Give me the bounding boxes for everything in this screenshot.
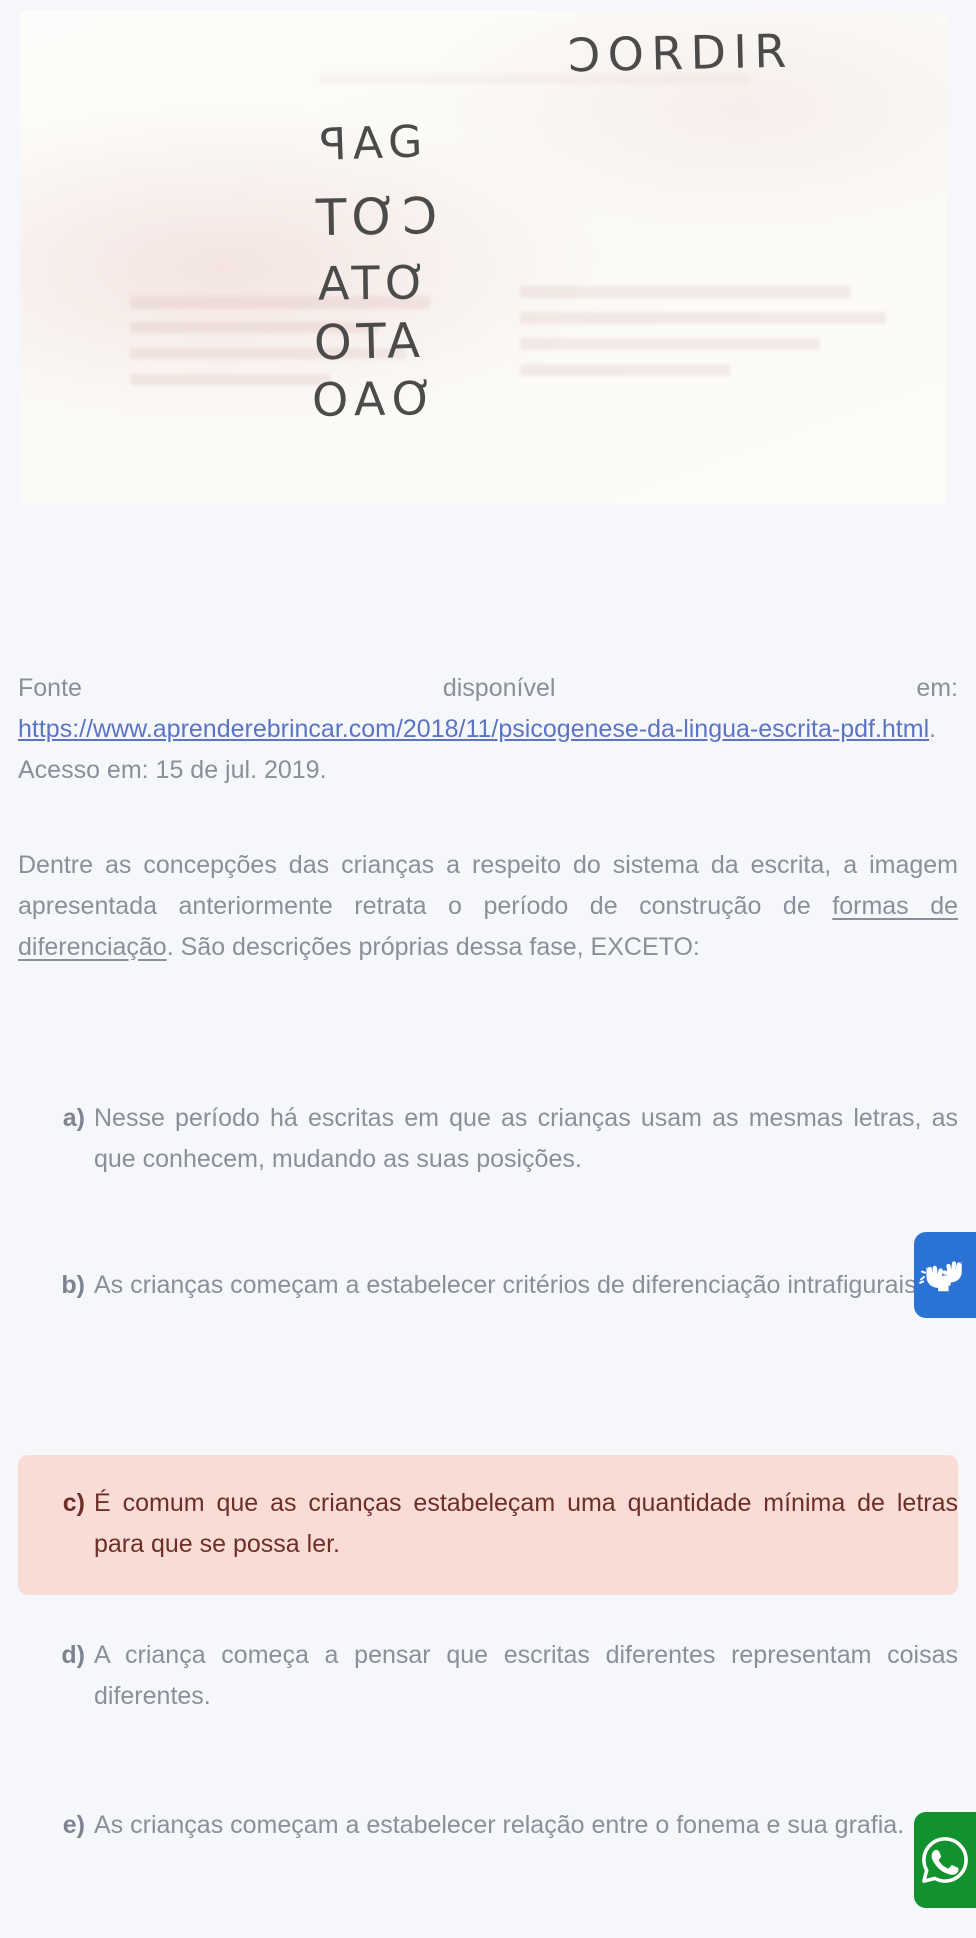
option-e-text: As crianças começam a estabelecer relaçã… xyxy=(94,1811,905,1839)
handwriting-figure: ƆORDIR ꟼAG TƠƆ ATƠ OTA OAƠ xyxy=(20,10,946,505)
bleedthrough-line xyxy=(520,364,730,376)
option-b-text: As crianças começam a estabelecer critér… xyxy=(94,1271,924,1299)
handwritten-line-1: ꟼAG xyxy=(319,116,430,171)
whatsapp-icon xyxy=(918,1833,972,1887)
handwritten-line-3: ATƠ xyxy=(317,255,433,311)
option-a[interactable]: a) Nesse período há escritas em que as c… xyxy=(18,1098,958,1180)
source-available: disponível xyxy=(442,674,556,702)
handwritten-line-2: TƠƆ xyxy=(315,186,443,248)
bleedthrough-line xyxy=(520,338,820,350)
option-d-text: A criança começa a pensar que escritas d… xyxy=(94,1641,958,1710)
source-label: Fonte xyxy=(18,674,82,702)
vlibras-accessibility-button[interactable] xyxy=(914,1232,976,1318)
handwritten-line-4: OTA xyxy=(313,312,426,372)
question-page: ƆORDIR ꟼAG TƠƆ ATƠ OTA OAƠ Fonte disponí… xyxy=(0,0,976,1938)
handwritten-line-5: OAƠ xyxy=(311,371,441,427)
bleedthrough-line xyxy=(130,374,330,385)
question-statement: Dentre as concepções das crianças a resp… xyxy=(18,845,958,968)
question-part-1: Dentre as concepções das crianças a resp… xyxy=(18,851,958,920)
source-first-line: Fonte disponível em: xyxy=(18,668,958,709)
question-part-2: . São descrições próprias dessa fase, EX… xyxy=(166,933,700,961)
bleedthrough-line xyxy=(520,286,850,298)
bleedthrough-line xyxy=(520,312,886,324)
option-a-marker: a) xyxy=(62,1104,85,1132)
option-e[interactable]: e) As crianças começam a estabelecer rel… xyxy=(18,1805,958,1846)
option-a-text: Nesse período há escritas em que as cria… xyxy=(94,1104,958,1173)
handwritten-word-dormir: ƆORDIR xyxy=(567,23,795,83)
option-c-text: É comum que as crianças estabeleçam uma … xyxy=(94,1489,958,1558)
source-at: em: xyxy=(916,674,959,702)
option-b[interactable]: b) As crianças começam a estabelecer cri… xyxy=(18,1265,958,1306)
source-caption: Fonte disponível em: https://www.aprende… xyxy=(18,668,958,791)
source-url-link[interactable]: https://www.aprenderebrincar.com/2018/11… xyxy=(18,715,929,743)
option-c-marker: c) xyxy=(62,1489,85,1517)
paper-background xyxy=(20,10,946,505)
whatsapp-contact-button[interactable] xyxy=(914,1812,976,1908)
option-e-marker: e) xyxy=(62,1811,85,1839)
sign-language-hands-icon xyxy=(919,1249,971,1301)
option-d-marker: d) xyxy=(61,1641,85,1669)
option-b-marker: b) xyxy=(61,1271,85,1299)
option-d[interactable]: d) A criança começa a pensar que escrita… xyxy=(18,1635,958,1717)
option-c-selected[interactable]: c) É comum que as crianças estabeleçam u… xyxy=(18,1455,958,1595)
